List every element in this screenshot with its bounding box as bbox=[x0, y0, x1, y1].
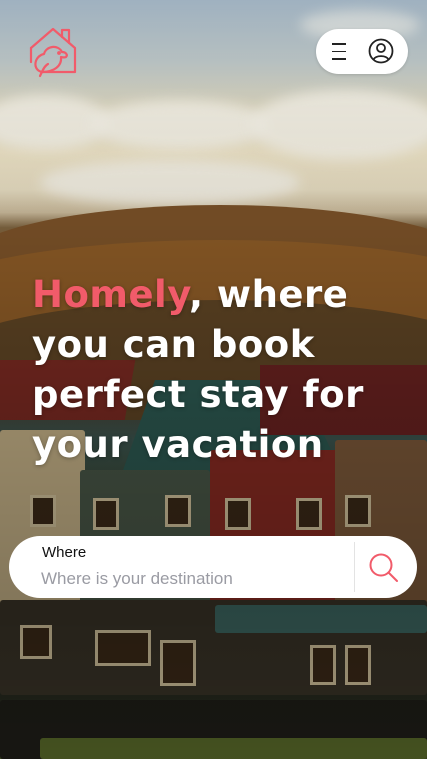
search-icon[interactable] bbox=[366, 550, 400, 584]
search-label: Where bbox=[42, 544, 87, 561]
user-account-icon[interactable] bbox=[368, 38, 394, 64]
destination-search-input[interactable] bbox=[41, 569, 341, 589]
search-divider bbox=[354, 542, 355, 592]
hamburger-menu-icon[interactable] bbox=[332, 43, 346, 61]
headline-brand: Homely bbox=[32, 273, 189, 316]
header-menu-pill bbox=[316, 29, 408, 74]
hero-headline: Homely, where you can book perfect stay … bbox=[32, 270, 402, 470]
house-bird-logo-icon[interactable] bbox=[26, 24, 80, 80]
destination-search-bar: Where bbox=[9, 536, 417, 598]
